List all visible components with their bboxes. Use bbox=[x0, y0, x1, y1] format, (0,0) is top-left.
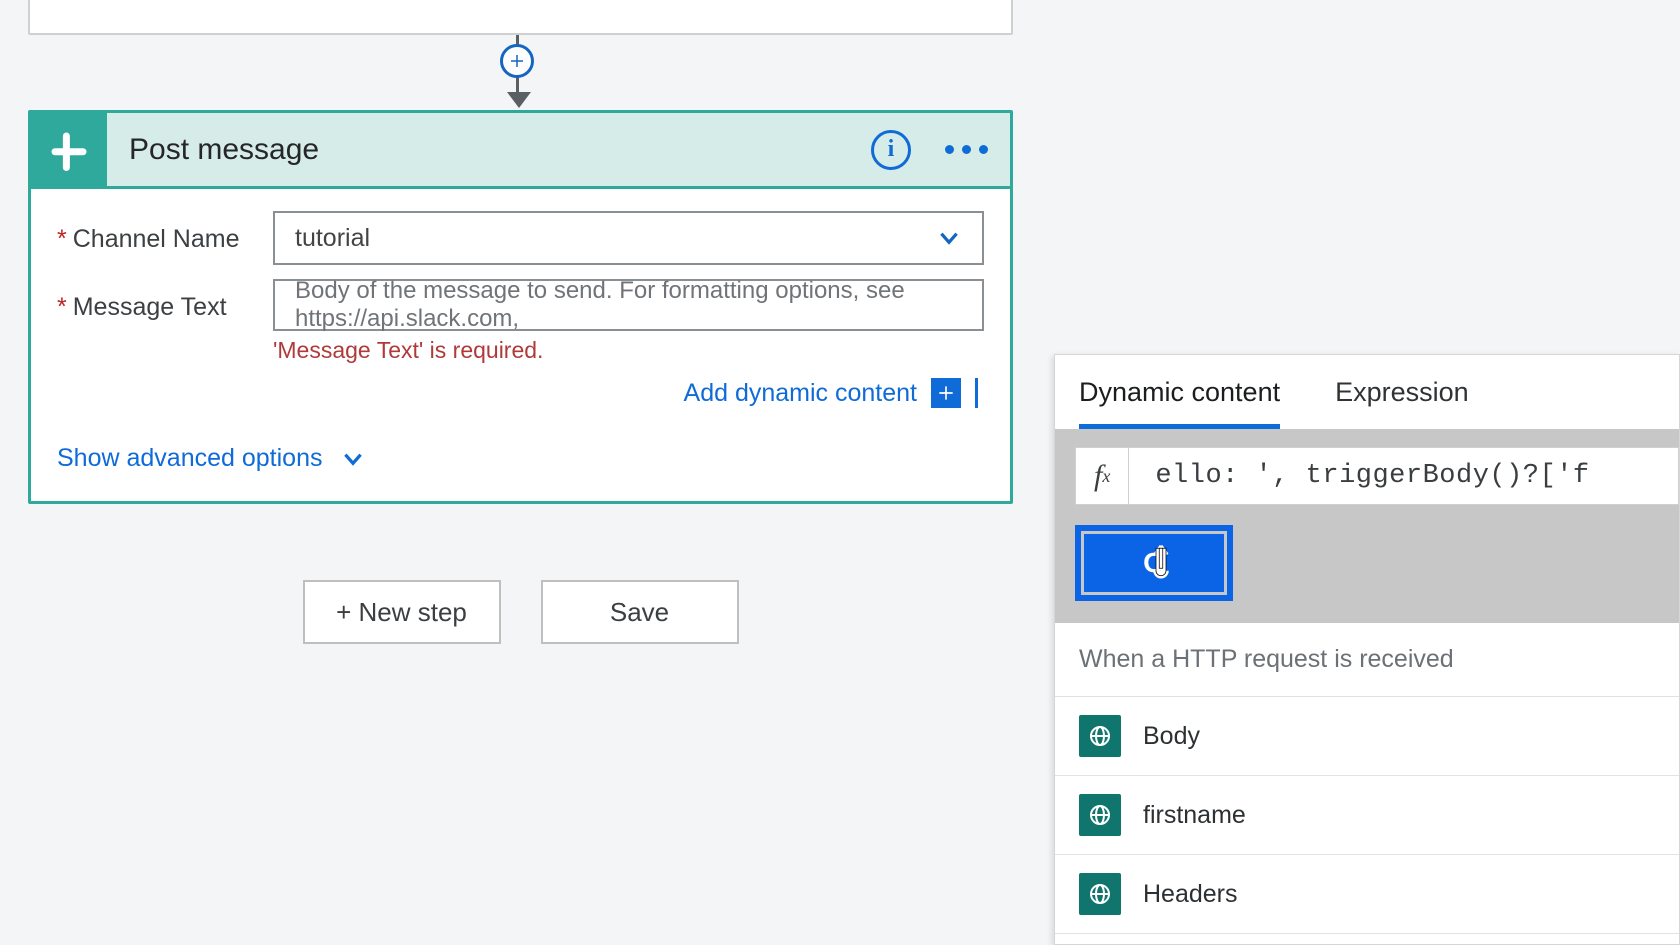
card-title: Post message bbox=[129, 133, 871, 167]
more-menu-button[interactable] bbox=[945, 145, 988, 154]
show-advanced-options-link[interactable]: Show advanced options bbox=[57, 444, 984, 473]
add-dynamic-content-badge[interactable] bbox=[931, 378, 961, 408]
globe-icon bbox=[1079, 715, 1121, 757]
plus-icon bbox=[508, 52, 526, 70]
ok-button[interactable]: O bbox=[1084, 534, 1224, 592]
dynamic-content-section-title: When a HTTP request is received bbox=[1055, 623, 1679, 697]
chevron-down-icon bbox=[340, 446, 366, 472]
insert-step-button[interactable] bbox=[500, 44, 534, 78]
globe-icon bbox=[1079, 794, 1121, 836]
post-message-card: Post message i *Channel Name tutorial bbox=[28, 110, 1013, 504]
dynamic-content-item[interactable]: firstname bbox=[1055, 776, 1679, 855]
message-text-label: *Message Text bbox=[57, 279, 273, 322]
expression-input[interactable]: fx ello: ', triggerBody()?['f bbox=[1075, 447, 1679, 505]
divider bbox=[975, 378, 978, 408]
dynamic-content-item[interactable]: Headers bbox=[1055, 855, 1679, 934]
previous-step-card[interactable] bbox=[28, 0, 1013, 35]
dynamic-content-item-label: Headers bbox=[1143, 880, 1238, 909]
ok-button-highlight: O bbox=[1075, 525, 1233, 601]
chevron-down-icon bbox=[936, 225, 962, 251]
save-button[interactable]: Save bbox=[541, 580, 739, 644]
channel-name-label: *Channel Name bbox=[57, 211, 273, 254]
arrow-down-icon bbox=[507, 92, 531, 108]
channel-name-value: tutorial bbox=[295, 224, 370, 253]
fx-icon: fx bbox=[1076, 448, 1129, 504]
message-text-input[interactable]: Body of the message to send. For formatt… bbox=[273, 279, 984, 331]
slack-icon bbox=[31, 112, 107, 188]
channel-name-select[interactable]: tutorial bbox=[273, 211, 984, 265]
dynamic-content-item[interactable]: Body bbox=[1055, 697, 1679, 776]
new-step-button[interactable]: + New step bbox=[303, 580, 501, 644]
dynamic-content-item-label: Body bbox=[1143, 722, 1200, 751]
add-dynamic-content-link[interactable]: Add dynamic content bbox=[684, 379, 917, 408]
expression-text: ello: ', triggerBody()?['f bbox=[1129, 461, 1589, 491]
plus-icon bbox=[936, 383, 956, 403]
message-text-error: 'Message Text' is required. bbox=[273, 337, 984, 364]
tab-expression[interactable]: Expression bbox=[1335, 377, 1469, 429]
dynamic-content-item-label: firstname bbox=[1143, 801, 1246, 830]
tab-dynamic-content[interactable]: Dynamic content bbox=[1079, 377, 1280, 429]
dynamic-content-panel: Dynamic content Expression fx ello: ', t… bbox=[1054, 354, 1680, 945]
cursor-icon bbox=[1146, 543, 1176, 581]
globe-icon bbox=[1079, 873, 1121, 915]
card-header[interactable]: Post message i bbox=[31, 113, 1010, 189]
info-button[interactable]: i bbox=[871, 130, 911, 170]
